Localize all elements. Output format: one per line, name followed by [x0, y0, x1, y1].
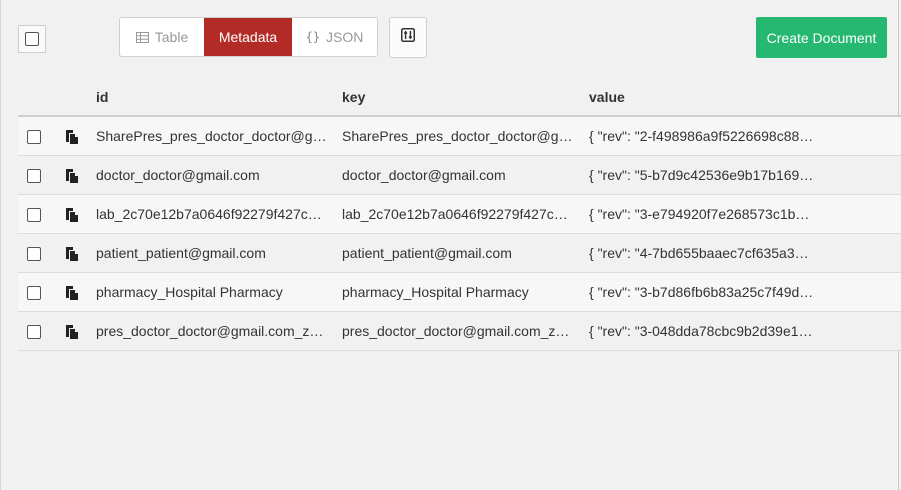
table-header: id key value	[18, 79, 901, 117]
copy-icon[interactable]	[65, 168, 79, 184]
column-settings-button[interactable]	[389, 17, 427, 58]
cell-value: { "rev": "3-e794920f7e268573c1b9…	[589, 206, 816, 222]
cell-key: SharePres_pres_doctor_doctor@gmail.com	[342, 128, 573, 144]
select-all-toggle[interactable]	[18, 25, 46, 53]
copy-icon[interactable]	[65, 246, 79, 262]
view-table-label: Table	[154, 29, 189, 45]
row-checkbox[interactable]	[27, 325, 41, 339]
table-icon	[135, 31, 149, 43]
table-row[interactable]: patient_patient@gmail.com patient_patien…	[18, 234, 901, 273]
cell-key: patient_patient@gmail.com	[342, 245, 512, 261]
table-row[interactable]: lab_2c70e12b7a0646f92279f427c… lab_2c70e…	[18, 195, 901, 234]
table-row[interactable]: SharePres_pres_doctor_doctor@gmail.com S…	[18, 117, 901, 156]
view-json-button[interactable]: {} JSON	[292, 18, 377, 56]
view-table-button[interactable]: Table	[120, 18, 204, 56]
select-all-checkbox[interactable]	[25, 32, 39, 46]
braces-icon: {}	[305, 30, 321, 44]
view-metadata-label: Metadata	[218, 29, 278, 45]
cell-key: lab_2c70e12b7a0646f92279f427c…	[342, 206, 568, 222]
create-document-button[interactable]: Create Document	[756, 17, 887, 58]
table-row[interactable]: pres_doctor_doctor@gmail.com_z… pres_doc…	[18, 312, 901, 351]
copy-icon[interactable]	[65, 324, 79, 340]
toolbar: Table Metadata {} JSON Create Document	[0, 0, 901, 78]
cell-value: { "rev": "3-048dda78cbc9b2d39e1…	[589, 323, 813, 339]
row-checkbox[interactable]	[27, 247, 41, 261]
column-settings-icon	[401, 28, 415, 47]
cell-value: { "rev": "4-7bd655baaec7cf635a3b…	[589, 245, 816, 261]
cell-id[interactable]: doctor_doctor@gmail.com	[96, 167, 327, 183]
copy-icon[interactable]	[65, 129, 79, 145]
cell-key: pres_doctor_doctor@gmail.com_z…	[342, 323, 570, 339]
cell-id[interactable]: SharePres_pres_doctor_doctor@gmail.com	[96, 128, 327, 144]
row-checkbox[interactable]	[27, 208, 41, 222]
cell-id[interactable]: pharmacy_Hospital Pharmacy	[96, 284, 327, 300]
cell-value: { "rev": "3-b7d86fb6b83a25c7f49d…	[589, 284, 814, 300]
header-id[interactable]: id	[96, 89, 108, 105]
cell-key: pharmacy_Hospital Pharmacy	[342, 284, 529, 300]
cell-id[interactable]: patient_patient@gmail.com	[96, 245, 327, 261]
cell-key: doctor_doctor@gmail.com	[342, 167, 506, 183]
copy-icon[interactable]	[65, 207, 79, 223]
header-value[interactable]: value	[589, 89, 625, 105]
cell-value: { "rev": "5-b7d9c42536e9b17b169…	[589, 167, 814, 183]
row-checkbox[interactable]	[27, 130, 41, 144]
copy-icon[interactable]	[65, 285, 79, 301]
row-checkbox[interactable]	[27, 286, 41, 300]
cell-id[interactable]: pres_doctor_doctor@gmail.com_z…	[96, 323, 327, 339]
cell-id[interactable]: lab_2c70e12b7a0646f92279f427c…	[96, 206, 327, 222]
cell-value: { "rev": "2-f498986a9f5226698c88…	[589, 128, 814, 144]
view-switcher: Table Metadata {} JSON	[119, 17, 378, 57]
view-json-label: JSON	[326, 29, 364, 45]
document-list: SharePres_pres_doctor_doctor@gmail.com S…	[18, 117, 901, 351]
table-row[interactable]: pharmacy_Hospital Pharmacy pharmacy_Hosp…	[18, 273, 901, 312]
table-row[interactable]: doctor_doctor@gmail.com doctor_doctor@gm…	[18, 156, 901, 195]
row-checkbox[interactable]	[27, 169, 41, 183]
header-key[interactable]: key	[342, 89, 365, 105]
view-metadata-button[interactable]: Metadata	[204, 18, 292, 56]
